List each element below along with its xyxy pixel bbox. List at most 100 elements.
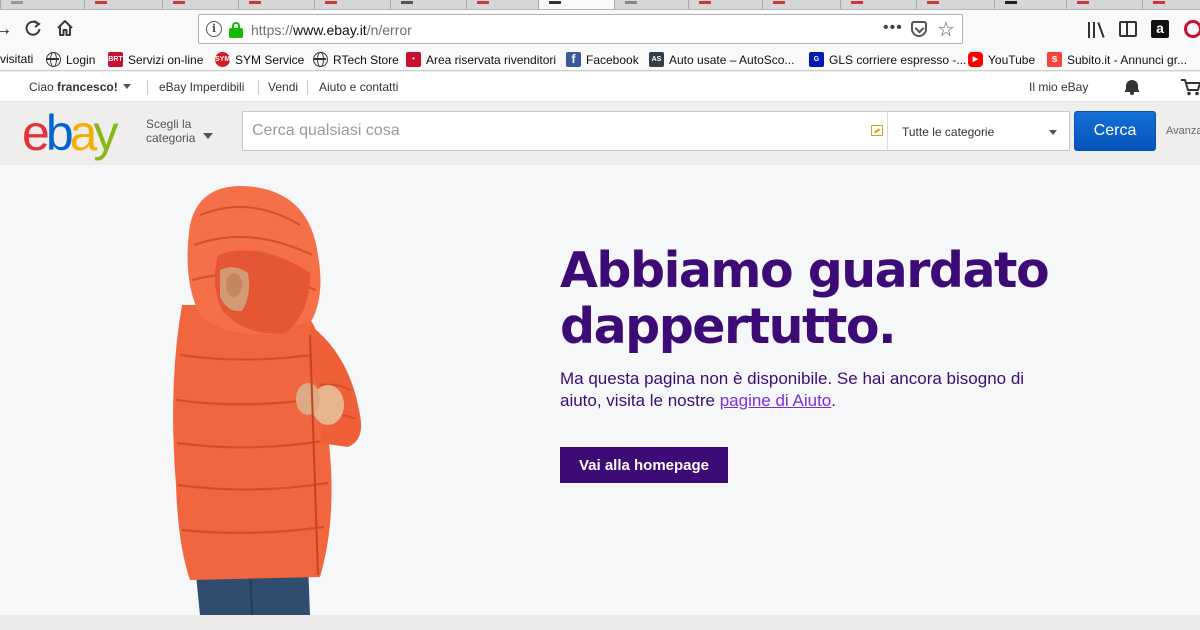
site-info-icon[interactable]: i [206, 21, 222, 37]
bookmark-label: YouTube [988, 53, 1036, 67]
child-in-orange-jacket-image [173, 186, 362, 615]
tab-favicon [1153, 1, 1165, 4]
bookmark-rtech-store[interactable]: RTech Store [313, 52, 399, 68]
keyboard-icon[interactable] [871, 125, 883, 136]
secure-lock-icon[interactable] [229, 22, 243, 38]
url-path: /n/error [366, 22, 412, 38]
tab-favicon [173, 1, 185, 4]
notification-bell-icon[interactable] [1125, 79, 1139, 95]
shop-by-category-label: categoria [146, 131, 196, 145]
bookmark-sym-service[interactable]: SYM SYM Service [215, 52, 304, 68]
home-icon[interactable] [54, 18, 76, 40]
ebay-logo[interactable]: ebay [22, 105, 118, 161]
shop-by-category-label: Scegli la [146, 117, 192, 131]
tab-favicon [95, 1, 107, 4]
tab-strip [0, 0, 1200, 10]
extension-icon[interactable] [1184, 20, 1200, 38]
bookmark-youtube[interactable]: ▶ YouTube [968, 52, 1035, 68]
greeting-menu[interactable]: Ciao francesco! [29, 80, 131, 94]
logo-letter: a [69, 105, 98, 161]
browser-tab[interactable] [466, 0, 538, 9]
logo-letter: b [45, 105, 74, 161]
sidebar-icon[interactable] [1119, 21, 1137, 37]
headline-line: Abbiamo guardato [560, 242, 1050, 299]
shop-by-category-button[interactable]: Scegli la categoria [146, 117, 213, 145]
help-pages-link[interactable]: pagine di Aiuto [720, 391, 832, 410]
dealer-icon: • [406, 52, 421, 67]
amazon-icon[interactable]: a [1151, 20, 1169, 38]
browser-tab-active[interactable] [538, 0, 614, 9]
tab-favicon [11, 1, 23, 4]
ebay-header: ebay Scegli la categoria Tutte le catego… [0, 103, 1200, 165]
search-input[interactable] [243, 112, 863, 150]
tab-favicon [773, 1, 785, 4]
browser-tab[interactable] [840, 0, 916, 9]
bookmark-label: RTech Store [333, 53, 399, 67]
browser-tab[interactable] [314, 0, 390, 9]
browser-tab[interactable] [916, 0, 994, 9]
page-actions-icon[interactable]: ••• [883, 19, 903, 37]
bookmark-login[interactable]: Login [46, 52, 95, 68]
bookmark-label: Login [66, 53, 96, 67]
globe-icon [313, 52, 328, 67]
bookmark-gls[interactable]: G GLS corriere espresso -... [809, 52, 966, 68]
browser-tab[interactable] [762, 0, 840, 9]
bookmark-area-riservata[interactable]: • Area riservata rivenditori [406, 52, 556, 68]
bookmark-label: Area riservata rivenditori [426, 53, 557, 67]
chevron-down-icon [122, 84, 131, 89]
bookmark-facebook[interactable]: f Facebook [566, 52, 639, 68]
bookmark-autoscout[interactable]: AS Auto usate – AutoSco... [649, 52, 794, 68]
browser-tab[interactable] [1066, 0, 1142, 9]
pocket-icon[interactable] [911, 21, 927, 37]
tab-favicon [1005, 1, 1017, 4]
browser-tab[interactable] [1142, 0, 1200, 9]
browser-tab[interactable] [688, 0, 762, 9]
url-text[interactable]: https://www.ebay.it/n/error [251, 22, 412, 38]
divider [307, 80, 308, 95]
my-ebay-link[interactable]: Il mio eBay [1029, 80, 1088, 94]
page-title: Abbiamo guardato dappertutto. [560, 243, 1160, 355]
logo-letter: e [22, 105, 50, 161]
tab-favicon [927, 1, 939, 4]
bookmark-star-icon[interactable]: ☆ [937, 17, 955, 42]
bookmark-subito[interactable]: s Subito.it - Annunci gr... [1047, 52, 1187, 68]
error-section: Abbiamo guardato dappertutto. Ma questa … [0, 165, 1200, 615]
navigation-toolbar: → i https://www.ebay.it/n/error ••• ☆ a [0, 10, 1200, 48]
reload-icon[interactable] [22, 18, 44, 40]
bookmark-label: Servizi on-line [128, 53, 204, 67]
browser-tab[interactable] [238, 0, 314, 9]
cart-icon[interactable] [1180, 78, 1200, 96]
browser-tab[interactable] [0, 0, 84, 9]
category-selected: Tutte le categorie [902, 125, 995, 139]
bookmark-servizi-online[interactable]: BRT Servizi on-line [108, 52, 203, 68]
category-dropdown[interactable]: Tutte le categorie [887, 111, 1070, 151]
brt-icon: BRT [108, 52, 123, 67]
browser-tab[interactable] [84, 0, 162, 9]
sell-link[interactable]: Vendi [268, 80, 298, 94]
url-protocol: https:// [251, 22, 294, 38]
ebay-top-bar: Ciao francesco! eBay Imperdibili Vendi A… [0, 72, 1200, 102]
tab-favicon [477, 1, 489, 4]
bookmark-label: SYM Service [235, 53, 305, 67]
bookmark-visitati[interactable]: visitati [0, 52, 33, 68]
bookmarks-bar: visitati Login BRT Servizi on-line SYM SYM… [0, 48, 1200, 71]
search-button[interactable]: Cerca [1074, 111, 1156, 151]
browser-tab[interactable] [162, 0, 238, 9]
autoscout-icon: AS [649, 52, 664, 67]
footer-strip [0, 615, 1200, 630]
forward-icon[interactable]: → [0, 18, 14, 40]
subito-icon: s [1047, 52, 1062, 67]
tab-favicon [699, 1, 711, 4]
browser-tab[interactable] [390, 0, 466, 9]
url-bar[interactable]: i https://www.ebay.it/n/error ••• ☆ [198, 14, 963, 44]
daily-deals-link[interactable]: eBay Imperdibili [159, 80, 244, 94]
browser-tab[interactable] [994, 0, 1066, 9]
go-to-homepage-button[interactable]: Vai alla homepage [560, 447, 728, 483]
help-contact-link[interactable]: Aiuto e contatti [319, 80, 398, 94]
advanced-search-link[interactable]: Avanzata [1166, 125, 1200, 137]
browser-tab[interactable] [614, 0, 688, 9]
tab-favicon [549, 1, 561, 4]
bookmark-label: GLS corriere espresso -... [829, 53, 967, 67]
divider [258, 80, 259, 95]
library-icon[interactable] [1088, 18, 1106, 40]
